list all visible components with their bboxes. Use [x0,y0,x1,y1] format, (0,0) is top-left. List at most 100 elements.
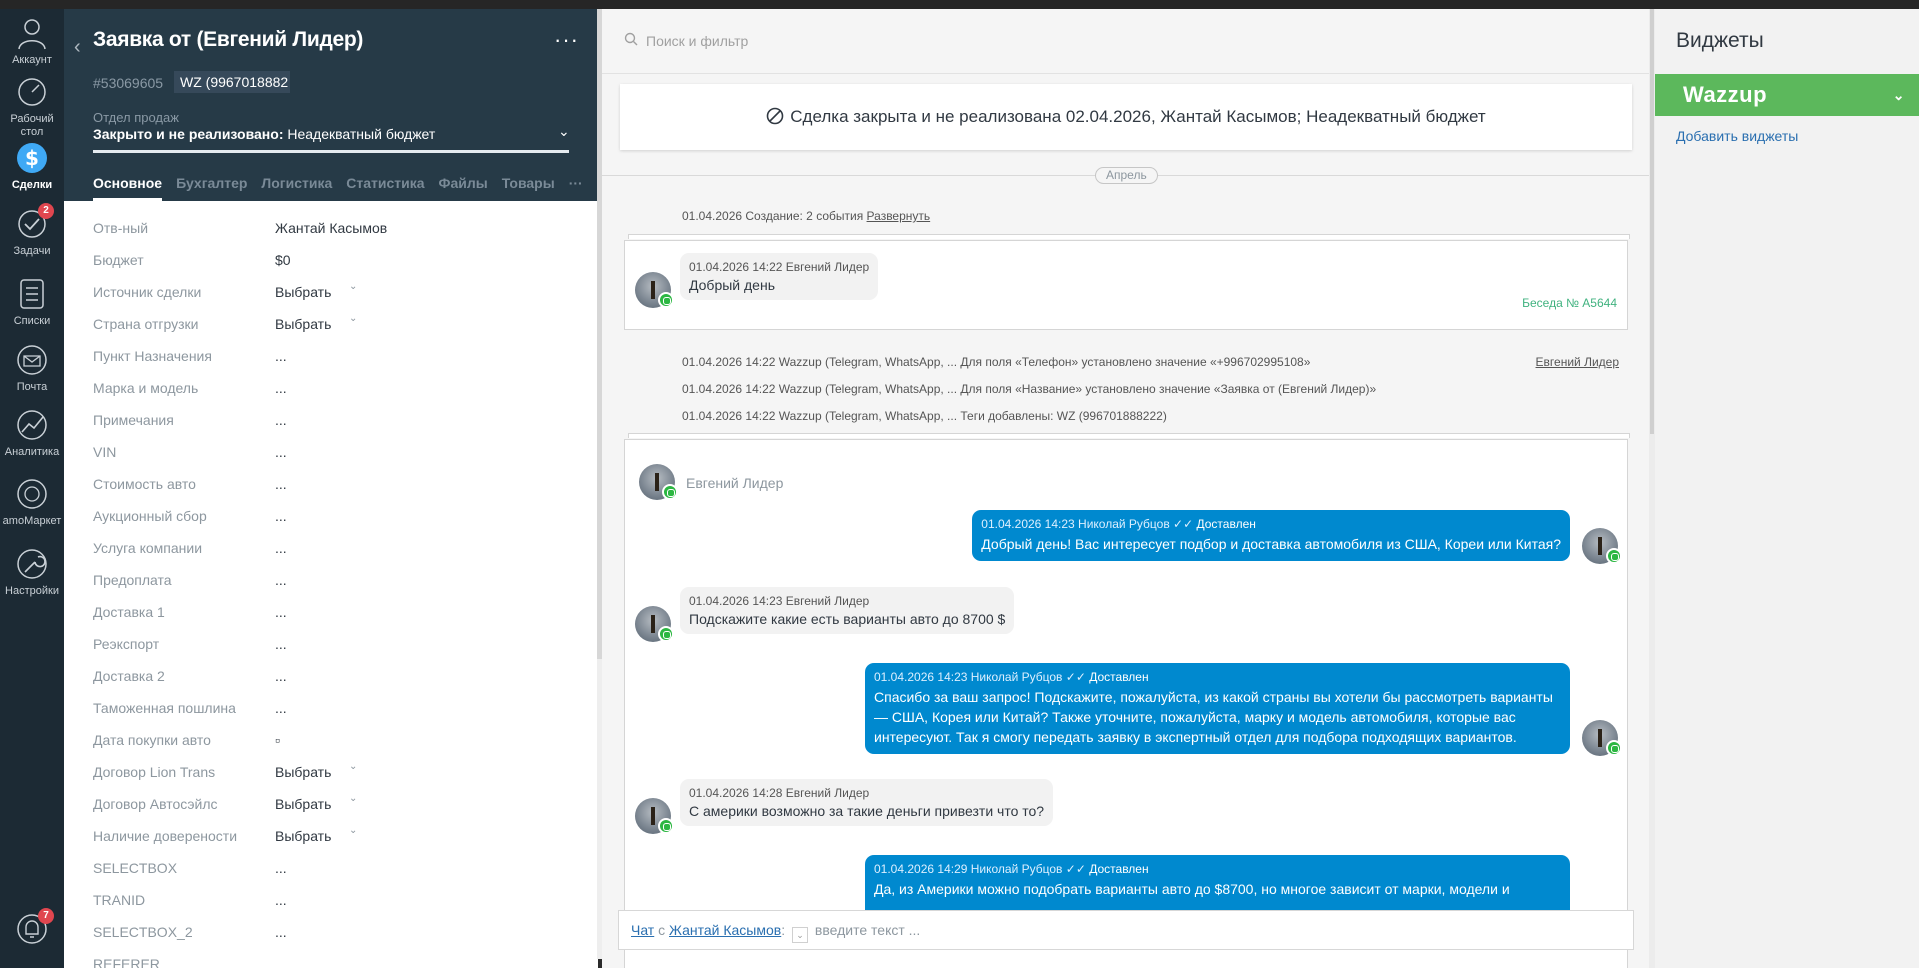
nav-mail[interactable]: Почта [0,342,64,393]
wazzup-widget[interactable]: Wazzup ⌄ [1655,74,1919,116]
field-value[interactable]: ... [275,604,287,620]
tab-files[interactable]: Файлы [439,175,488,198]
field-value[interactable]: Выбрать [275,284,331,300]
field-value[interactable]: ... [275,348,287,364]
whatsapp-icon [1606,740,1622,756]
field-value[interactable]: ... [275,860,287,876]
incoming-message: 01.04.2026 14:23 Евгений Лидер Подскажит… [680,587,1015,634]
nav-analytics-label: Аналитика [4,446,60,458]
deal-id: #53069605 [93,75,164,91]
field-value[interactable]: Жантай Касымов [275,220,387,236]
field-row: REFERER [93,956,573,968]
field-row: TRANID... [93,892,573,924]
message-meta: 01.04.2026 14:23 Николай Рубцов [874,670,1063,684]
field-value[interactable]: ▫ [275,732,280,748]
status-reason: Неадекватный бюджет [287,126,436,142]
conversation-2: Евгений Лидер 01.04.2026 14:23 Николай Р… [624,439,1628,968]
field-value[interactable]: ... [275,412,287,428]
field-value[interactable]: ... [275,668,287,684]
tab-main[interactable]: Основное [93,175,163,201]
field-row: Таможенная пошлина... [93,700,573,732]
nav-market[interactable]: amoМаркет [0,476,64,527]
chevron-down-icon[interactable]: ⌄ [349,825,357,836]
chat-input-bar[interactable]: Чат с Жантай Касымов: ⌄ введите текст ..… [618,910,1634,950]
tab-logistics[interactable]: Логистика [261,175,332,198]
chat-contact-link[interactable]: Жантай Касымов [669,922,781,938]
message-text: Добрый день [689,277,775,293]
nav-tasks[interactable]: 2 Задачи [0,203,64,257]
deal-tag[interactable]: WZ (9967018882 [174,71,290,93]
field-value[interactable]: ... [275,476,287,492]
conversation-stack [628,234,1630,239]
wazzup-label: Wazzup [1683,82,1768,107]
more-menu-icon[interactable]: ··· [554,27,579,53]
field-label: Пункт Назначения [93,348,212,364]
add-widgets-link[interactable]: Добавить виджеты [1676,128,1798,144]
outgoing-message: 01.04.2026 14:23 Николай Рубцов ✓✓ Доста… [865,663,1570,754]
field-value[interactable]: Выбрать [275,764,331,780]
conversation-number[interactable]: Беседа № A5644 [1522,296,1617,310]
field-value[interactable]: ... [275,636,287,652]
nav-analytics[interactable]: Аналитика [0,407,64,458]
field-row: SELECTBOX_2... [93,924,573,956]
field-value[interactable]: Выбрать [275,828,331,844]
chevron-down-icon[interactable]: ⌄ [349,313,357,324]
chat-link[interactable]: Чат [631,922,654,938]
field-value[interactable]: ... [275,444,287,460]
field-value[interactable]: ... [275,572,287,588]
chat-input-placeholder[interactable]: введите текст ... [815,922,920,938]
status-label: Закрыто и не реализовано: [93,126,284,142]
speedometer-icon [18,78,46,106]
deal-fields: Отв-ный Жантай Касымов Бюджет $0 Источник сд… [93,220,573,968]
nav-deals[interactable]: $ Сделки [0,140,64,191]
chevron-down-icon[interactable]: ⌄ [792,927,809,943]
nav-lists[interactable]: Списки [0,276,64,327]
note-author-link[interactable]: Евгений Лидер [1536,355,1619,369]
tab-statistics[interactable]: Статистика [346,175,424,198]
nav-dashboard-label: Рабочий стол [10,113,54,138]
system-note: 01.04.2026 14:22 Wazzup (Telegram, Whats… [682,409,1167,423]
field-value[interactable]: Выбрать [275,796,331,812]
chevron-down-icon[interactable]: ⌄ [349,281,357,292]
field-value[interactable]: ... [275,700,287,716]
field-row: Реэкспорт... [93,636,573,668]
field-value[interactable]: ... [275,924,287,940]
nav-settings[interactable]: Настройки [0,546,64,597]
search-icon [624,32,638,46]
field-value[interactable]: ... [275,380,287,396]
deal-title[interactable]: Заявка от (Евгений Лидер) [93,28,363,52]
tab-more[interactable]: ··· [569,175,583,198]
message-text: Добрый день! Вас интересует подбор и дос… [981,536,1561,552]
user-icon [18,19,46,50]
field-value[interactable]: $0 [275,252,291,268]
tab-accounting[interactable]: Бухгалтер [176,175,247,198]
field-value[interactable]: Выбрать [275,316,331,332]
message-meta: 01.04.2026 14:23 Евгений Лидер [689,594,870,608]
field-label: Примечания [93,412,174,428]
closed-deal-banner: Сделка закрыта и не реализована 02.04.20… [620,84,1632,150]
nav-account[interactable]: Аккаунт [0,15,64,66]
field-label: Марка и модель [93,380,199,396]
tasks-badge: 2 [38,203,54,219]
chevron-down-icon[interactable]: ⌄ [349,793,357,804]
field-label: VIN [93,444,117,460]
field-value[interactable]: ... [275,508,287,524]
field-row: VIN... [93,444,573,476]
message-meta: 01.04.2026 14:29 Николай Рубцов [874,862,1063,876]
expand-link[interactable]: Развернуть [867,209,931,223]
whatsapp-icon [658,626,674,642]
chevron-down-icon[interactable]: ⌄ [349,761,357,772]
chevron-down-icon[interactable]: ⌄ [1893,74,1905,116]
message-meta: 01.04.2026 14:28 Евгений Лидер [689,786,870,800]
nav-notifications[interactable]: 7 [0,908,64,950]
status-select[interactable]: Закрыто и не реализовано: Неадекватный б… [93,126,435,142]
field-label: Бюджет [93,252,144,268]
back-arrow-icon[interactable]: ‹ [74,36,81,59]
tab-products[interactable]: Товары [502,175,555,198]
chevron-down-icon[interactable]: ⌄ [558,123,570,140]
search-bar[interactable]: Поиск и фильтр [602,9,1649,74]
nav-dashboard[interactable]: Рабочий стол [0,74,64,139]
field-value[interactable]: ... [275,892,287,908]
field-value[interactable]: ... [275,540,287,556]
nav-deals-label: Сделки [11,179,53,191]
